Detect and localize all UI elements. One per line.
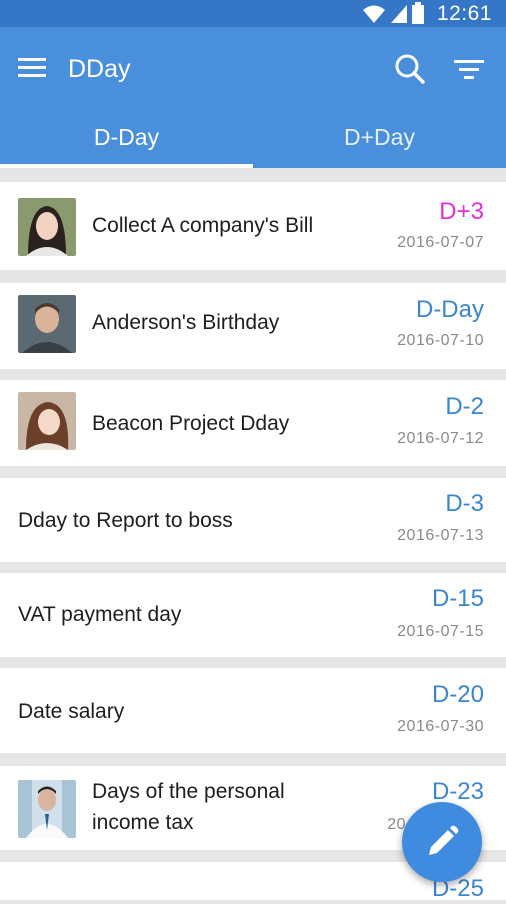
avatar (18, 392, 76, 450)
item-date: 2016-07-07 (397, 234, 484, 251)
list-item[interactable]: Dday to Report to boss D-3 2016-07-13 (0, 478, 506, 562)
item-title-line2: income tax (92, 811, 194, 834)
app-title: DDay (68, 55, 131, 83)
item-date: 2016-07-30 (397, 718, 484, 735)
list-item[interactable]: Collect A company's Bill D+3 2016-07-07 (0, 182, 506, 270)
item-title: Beacon Project Dday (92, 412, 290, 435)
tab-dday[interactable]: D-Day (0, 115, 253, 168)
item-date: 2016-07-12 (397, 430, 484, 447)
item-title: Dday to Report to boss (18, 509, 233, 532)
list-item[interactable]: Anderson's Birthday D-Day 2016-07-10 (0, 283, 506, 369)
signal-icon (391, 5, 407, 23)
item-title: Collect A company's Bill (92, 214, 314, 237)
list-item[interactable]: Date salary D-20 2016-07-30 (0, 668, 506, 753)
wifi-icon (363, 5, 385, 23)
item-title-line1: Days of the personal (92, 780, 285, 803)
search-icon[interactable] (394, 53, 426, 85)
avatar (18, 295, 76, 353)
filter-icon[interactable] (452, 56, 486, 82)
item-title: Anderson's Birthday (92, 311, 280, 334)
list-item[interactable]: Beacon Project Dday D-2 2016-07-12 (0, 380, 506, 466)
item-title: Date salary (18, 700, 125, 723)
dday-badge: D-Day (415, 296, 484, 323)
dday-badge: D-2 (445, 393, 484, 420)
item-date: 2016-07-15 (397, 623, 484, 640)
dday-badge: D+3 (439, 198, 484, 225)
edit-fab-button[interactable] (402, 802, 482, 882)
item-date: 2016-07-13 (397, 527, 484, 544)
avatar (18, 198, 76, 256)
battery-icon (412, 2, 424, 24)
dday-badge: D-20 (431, 681, 484, 708)
avatar (18, 780, 76, 838)
menu-icon[interactable] (18, 55, 46, 79)
item-date: 2016-07-10 (397, 332, 484, 349)
dday-badge: D-15 (431, 585, 484, 612)
tab-dplusday[interactable]: D+Day (253, 115, 506, 168)
app-bar: DDay D-Day D+Day (0, 27, 506, 168)
status-icons (362, 2, 424, 24)
tab-bar: D-Day D+Day (0, 115, 506, 168)
dday-badge: D-3 (445, 490, 484, 517)
edit-icon (429, 825, 459, 855)
status-bar: 12:61 (0, 0, 506, 27)
list-item[interactable]: VAT payment day D-15 2016-07-15 (0, 573, 506, 657)
status-time: 12:61 (436, 2, 492, 25)
item-title: VAT payment day (18, 603, 182, 626)
